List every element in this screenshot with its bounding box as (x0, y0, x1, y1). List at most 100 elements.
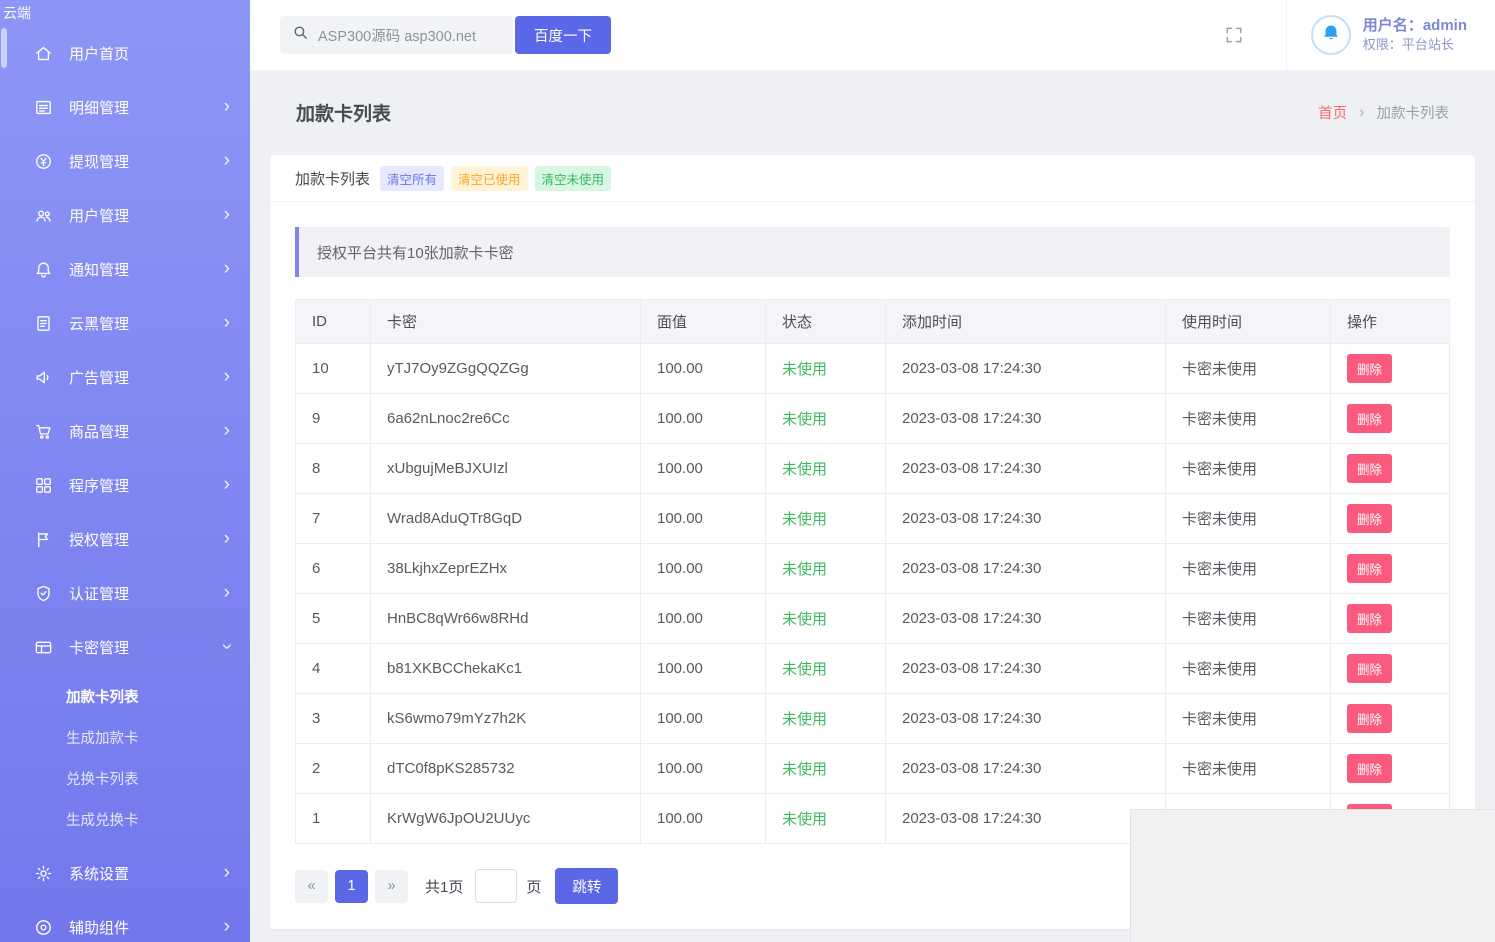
user-menu[interactable]: 用户名：admin 权限：平台站长 (1286, 0, 1495, 70)
sidebar-item-11[interactable]: 卡密管理› (0, 620, 250, 674)
sidebar-item-label: 授权管理 (69, 529, 224, 550)
sidebar-item-2[interactable]: 提现管理› (0, 134, 250, 188)
sidebar-subitem-3[interactable]: 生成兑换卡 (0, 799, 250, 840)
cell-used-time: 卡密未使用 (1166, 644, 1331, 694)
table-row: 7Wrad8AduQTr8GqD100.00未使用2023-03-08 17:2… (296, 494, 1450, 544)
delete-button[interactable]: 删除 (1347, 654, 1392, 683)
sidebar-item-13[interactable]: 辅助组件› (0, 900, 250, 942)
cell-id: 3 (296, 694, 371, 744)
jump-button[interactable]: 跳转 (555, 868, 618, 904)
cell-added-time: 2023-03-08 17:24:30 (886, 794, 1166, 844)
cell-added-time: 2023-03-08 17:24:30 (886, 644, 1166, 694)
delete-button[interactable]: 删除 (1347, 604, 1392, 633)
cell-status: 未使用 (766, 394, 886, 444)
sidebar-item-5[interactable]: 云黑管理› (0, 296, 250, 350)
flag-icon (34, 530, 53, 549)
sidebar-item-12[interactable]: 系统设置› (0, 846, 250, 900)
cell-added-time: 2023-03-08 17:24:30 (886, 694, 1166, 744)
cell-card-key: dTC0f8pKS285732 (371, 744, 641, 794)
sidebar-menu: 用户首页明细管理›提现管理›用户管理›通知管理›云黑管理›广告管理›商品管理›程… (0, 26, 250, 942)
cell-face-value: 100.00 (641, 644, 766, 694)
card-header: 加款卡列表 清空所有清空已使用清空未使用 (270, 155, 1475, 202)
sidebar-item-9[interactable]: 授权管理› (0, 512, 250, 566)
baidu-search-button[interactable]: 百度一下 (515, 16, 611, 54)
delete-button[interactable]: 删除 (1347, 454, 1392, 483)
sidebar-item-0[interactable]: 用户首页 (0, 26, 250, 80)
app-window: 云端 用户首页明细管理›提现管理›用户管理›通知管理›云黑管理›广告管理›商品管… (0, 0, 1495, 942)
delete-button[interactable]: 删除 (1347, 354, 1392, 383)
sidebar-item-4[interactable]: 通知管理› (0, 242, 250, 296)
table-row: 5HnBC8qWr66w8RHd100.00未使用2023-03-08 17:2… (296, 594, 1450, 644)
user-meta: 用户名：admin 权限：平台站长 (1363, 16, 1467, 54)
delete-button[interactable]: 删除 (1347, 504, 1392, 533)
page-number-input[interactable] (475, 869, 517, 903)
search-icon (292, 24, 309, 46)
breadcrumb: 首页 › 加款卡列表 (1318, 102, 1449, 123)
chevron-right-icon: › (224, 475, 230, 494)
chevron-right-icon: › (224, 151, 230, 170)
sidebar-subitem-0[interactable]: 加款卡列表 (0, 676, 250, 717)
sidebar-item-10[interactable]: 认证管理› (0, 566, 250, 620)
sidebar-item-label: 程序管理 (69, 475, 224, 496)
table-row: 4b81XKBCChekaKc1100.00未使用2023-03-08 17:2… (296, 644, 1450, 694)
sidebar-item-3[interactable]: 用户管理› (0, 188, 250, 242)
cell-status: 未使用 (766, 594, 886, 644)
chevron-right-icon: › (224, 367, 230, 386)
pagination-prev[interactable]: « (295, 870, 328, 903)
clear-all-badge[interactable]: 清空所有 (380, 166, 444, 191)
cell-added-time: 2023-03-08 17:24:30 (886, 594, 1166, 644)
pagination-page-1[interactable]: 1 (335, 870, 368, 903)
delete-button[interactable]: 删除 (1347, 704, 1392, 733)
cell-card-key: 38LkjhxZeprEZHx (371, 544, 641, 594)
avatar (1311, 15, 1351, 55)
cell-face-value: 100.00 (641, 494, 766, 544)
sidebar-subitem-2[interactable]: 兑换卡列表 (0, 758, 250, 799)
cell-actions: 删除 (1331, 494, 1450, 544)
search-input[interactable]: ASP300源码 asp300.net (280, 16, 513, 54)
fullscreen-icon[interactable] (1224, 25, 1244, 45)
pagination-next[interactable]: » (375, 870, 408, 903)
sidebar-item-label: 通知管理 (69, 259, 224, 280)
sidebar-subitem-1[interactable]: 生成加款卡 (0, 717, 250, 758)
blacklist-icon (34, 314, 53, 333)
chevron-right-icon: › (224, 863, 230, 882)
clear-unused-badge[interactable]: 清空未使用 (535, 166, 612, 191)
cell-added-time: 2023-03-08 17:24:30 (886, 544, 1166, 594)
sidebar-scrollbar-thumb[interactable] (1, 28, 7, 68)
apps-icon (34, 476, 53, 495)
cell-used-time: 卡密未使用 (1166, 444, 1331, 494)
brand-logo: 云端 (0, 0, 250, 26)
cell-face-value: 100.00 (641, 794, 766, 844)
sidebar-item-8[interactable]: 程序管理› (0, 458, 250, 512)
cell-card-key: 6a62nLnoc2re6Cc (371, 394, 641, 444)
delete-button[interactable]: 删除 (1347, 554, 1392, 583)
cell-card-key: xUbgujMeBJXUIzl (371, 444, 641, 494)
cards-table: ID卡密面值状态添加时间使用时间操作 10yTJ7Oy9ZGgQQZGg100.… (295, 299, 1450, 844)
cell-status: 未使用 (766, 444, 886, 494)
info-alert: 授权平台共有10张加款卡卡密 (295, 227, 1450, 277)
cell-card-key: HnBC8qWr66w8RHd (371, 594, 641, 644)
cell-actions: 删除 (1331, 394, 1450, 444)
sidebar-item-7[interactable]: 商品管理› (0, 404, 250, 458)
delete-button[interactable]: 删除 (1347, 404, 1392, 433)
breadcrumb-home-link[interactable]: 首页 (1318, 102, 1347, 123)
cell-card-key: kS6wmo79mYz7h2K (371, 694, 641, 744)
sidebar-item-label: 用户首页 (69, 43, 230, 64)
sidebar-item-label: 系统设置 (69, 863, 224, 884)
cell-used-time: 卡密未使用 (1166, 694, 1331, 744)
cell-status: 未使用 (766, 794, 886, 844)
column-header: ID (296, 300, 371, 344)
sidebar-item-label: 云黑管理 (69, 313, 224, 334)
cell-face-value: 100.00 (641, 544, 766, 594)
clear-used-badge[interactable]: 清空已使用 (451, 166, 528, 191)
chevron-right-icon: › (1359, 104, 1364, 122)
pagination-total: 共1页 (425, 876, 463, 897)
ad-icon (34, 368, 53, 387)
cell-added-time: 2023-03-08 17:24:30 (886, 494, 1166, 544)
sidebar-item-1[interactable]: 明细管理› (0, 80, 250, 134)
cell-actions: 删除 (1331, 594, 1450, 644)
delete-button[interactable]: 删除 (1347, 754, 1392, 783)
cell-face-value: 100.00 (641, 444, 766, 494)
header-right: 用户名：admin 权限：平台站长 (1224, 0, 1495, 70)
sidebar-item-6[interactable]: 广告管理› (0, 350, 250, 404)
